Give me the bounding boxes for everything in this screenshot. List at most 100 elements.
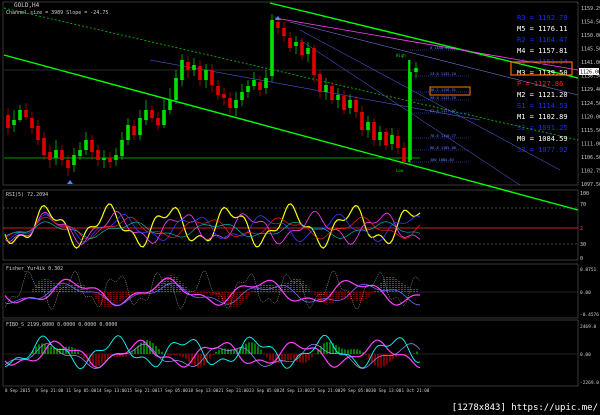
time-axis-label: 21 Sep 21:00 [219,388,250,393]
candle-body [390,135,394,144]
candle-body [372,122,376,140]
candle-body [108,158,112,162]
candle-body [42,138,46,155]
chart-title: GOLD,H4 [14,2,39,9]
candle-body [282,28,286,36]
candle-body [402,148,406,162]
time-axis-label: 17 Sep 05:00 [158,388,189,393]
rsi-axis-30: 30 [580,242,586,248]
candle-body [114,155,118,160]
price-axis-label: 1102.75 [581,168,600,174]
price-axis-label: 1097.50 [581,182,600,188]
fib-level-label: 50.0 1122.29 [430,96,456,100]
candle-body [276,22,280,28]
fisher-axis-bottom: -0.4576 [580,312,599,318]
candle-body [330,86,334,100]
candle-body [234,100,238,108]
fib-level-label: 0 1140.45 [430,46,449,50]
fib-level-label: 78.6 1110.77 [430,134,456,138]
candle-body [324,85,328,92]
pivot-level-label: M0 = 1084.59 [517,135,568,143]
candle-body [318,74,322,92]
pivot-level-label: R3 = 1192.79 [517,14,568,22]
channel-info: Channel size = 3989 Slope = -24.75 [6,10,109,16]
pivot-level-label: M2 = 1121.20 [517,91,568,99]
candle-body [258,82,262,90]
candle-body [228,98,232,108]
candle-body [288,38,292,48]
fib-level-label: 88.6 1105.00 [430,146,456,150]
price-axis-label: 1150.00 [581,33,600,39]
candle-body [198,66,202,80]
fibo-axis-zero: 0.00 [580,352,591,358]
candle-body [162,110,166,125]
panel-frame-price [2,1,579,186]
time-axis-label: 23 Sep 05:00 [249,388,280,393]
pivot-level-label: M4 = 1157.81 [517,47,568,55]
pivot-level-label: M5 = 1176.11 [517,25,568,33]
candle-body [156,118,160,125]
candle-body [408,72,412,160]
candle-body [336,95,340,100]
current-price-label: 1126.00 [580,70,600,76]
price-axis-label: 1145.50 [581,47,600,53]
candle-body [354,100,358,112]
candle-body [240,92,244,100]
candle-body [348,100,352,108]
panel-frame-fibo [2,319,579,387]
candle-body [384,132,388,145]
candle-body [264,78,268,88]
rsi-title: RSI(5) 72.2094 [6,192,49,198]
candle-body [306,48,310,54]
candle-body [204,70,208,80]
chart-window[interactable]: 1159.29 1154.50 1150.00 1145.50 1141.00 1136.… [0,0,600,415]
candle-body [126,125,130,140]
time-axis-label: 9 Sep 21:00 [36,388,64,393]
candle-body [300,42,304,55]
candle-body [36,126,40,140]
candle-body [96,150,100,160]
price-axis-label: 1141.00 [581,60,600,66]
candle-body [222,94,226,98]
candle-body [30,118,34,128]
pivot-level-label: P = 1127.86 [517,80,563,88]
time-axis-label: 29 Sep 05:00 [341,388,372,393]
fibo-axis-top: 2469.0 [580,324,597,330]
candle-body [132,126,136,135]
candle-body [180,60,184,80]
candle-body [360,112,364,130]
time-axis-label: 30 Sep 13:00 [371,388,402,393]
pivot-level-label: M1 = 1102.89 [517,113,568,121]
time-axis-label: 8 Sep 2015 [5,388,31,393]
pivot-level-label: S2 = 1091.25 [517,124,568,132]
price-axis-label: 1106.50 [581,155,600,161]
price-axis-label: 1129.40 [581,87,600,93]
candle-body [378,132,382,140]
candle-body [246,86,250,92]
candle-body [18,110,22,120]
pivot-level-label: S3 = 1077.92 [517,146,568,154]
rsi-level-value: 2 [580,226,583,232]
fisher-white-dotted [4,270,421,310]
high-label: High [396,53,406,58]
price-axis-label: 1111.00 [581,141,600,147]
candle-body [102,158,106,160]
candle-body [174,78,178,100]
candle-body [60,150,64,160]
price-axis-label: 1154.50 [581,20,600,26]
candle-body [252,80,256,86]
candle-body [210,70,214,85]
fib-level-label: 61.8 1117.47 [430,109,456,113]
candle-body [90,140,94,152]
chart-canvas[interactable]: 1159.291154.501150.001145.501141.001136.… [0,0,600,415]
fibo-axis-bottom: -2269.0 [580,380,599,386]
candle-body [396,136,400,148]
price-axis-label: 1124.50 [581,101,600,107]
low-label: Low [396,168,404,173]
time-axis-label: 15 Sep 21:00 [127,388,158,393]
candle-body [48,152,52,160]
candle-body [342,96,346,110]
candle-body [12,120,16,125]
candle-body [216,86,220,95]
candle-body [186,62,190,70]
